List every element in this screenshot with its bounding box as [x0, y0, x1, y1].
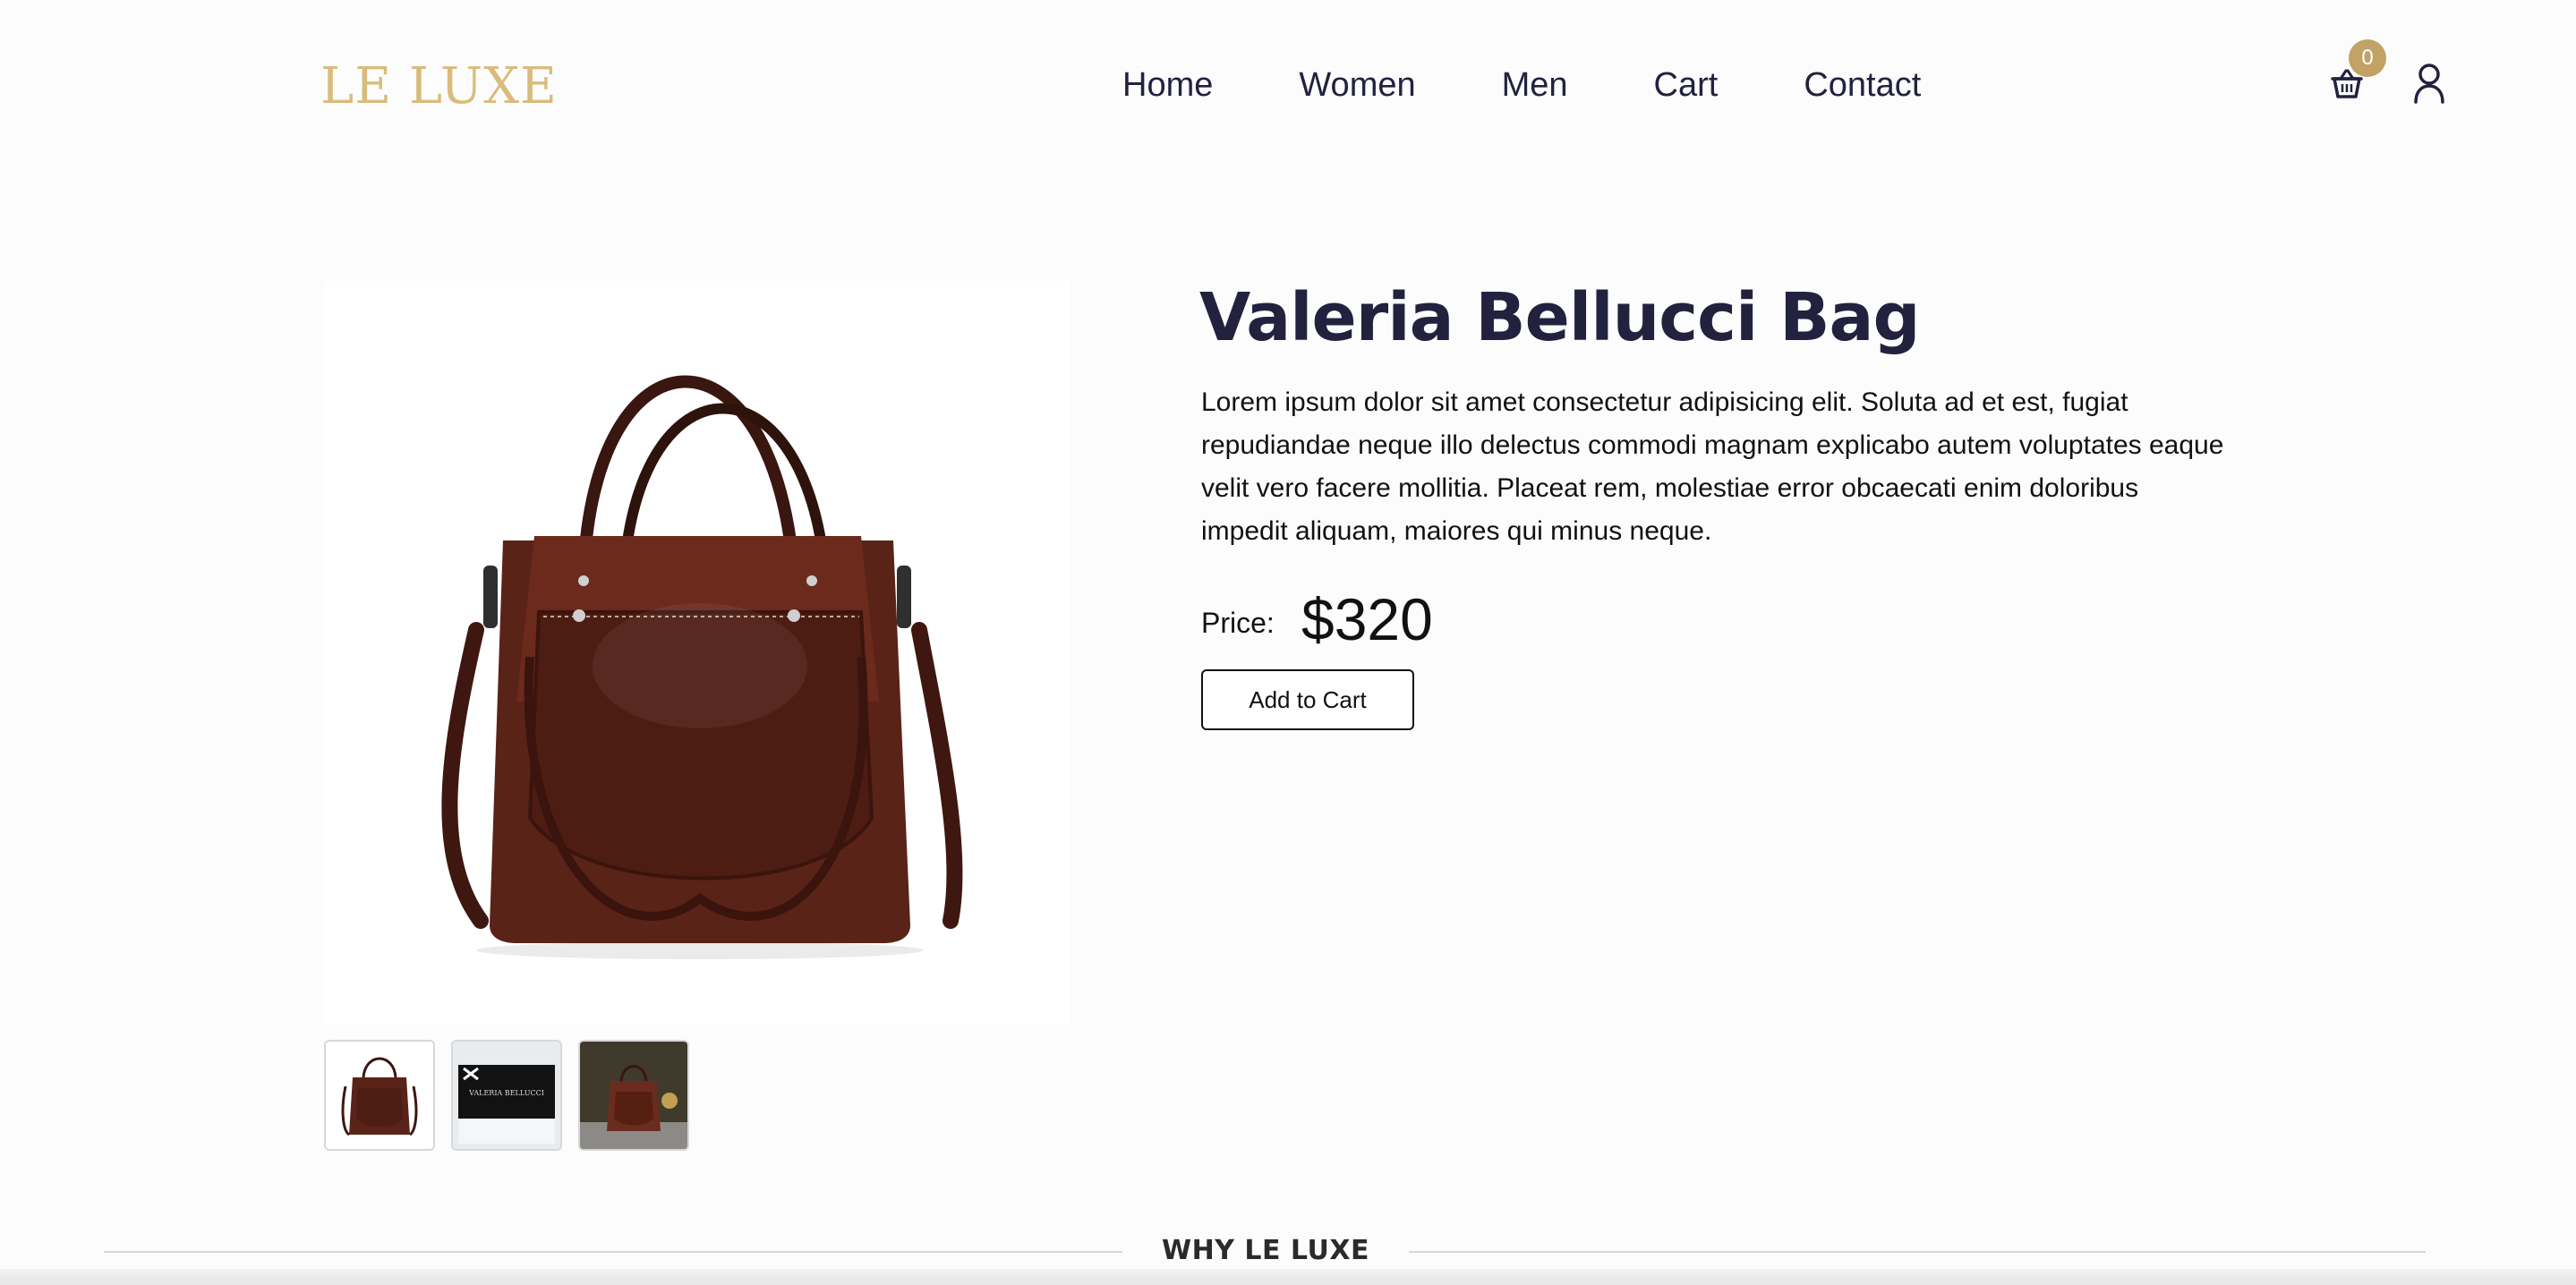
nav-cart[interactable]: Cart [1654, 66, 1719, 105]
nav-women[interactable]: Women [1299, 66, 1415, 105]
price-value: $320 [1301, 586, 1433, 652]
price-label: Price: [1201, 607, 1275, 639]
product-main-image [324, 281, 1070, 1024]
main-nav: Home Women Men Cart Contact [1122, 66, 1921, 105]
thumbnail-bag-box[interactable]: VALERIA BELLUCCI [451, 1040, 562, 1151]
nav-contact[interactable]: Contact [1804, 66, 1921, 105]
section-heading-why-le-luxe: WHY LE LUXE [1122, 1235, 1409, 1271]
thumbnail-list: VALERIA BELLUCCI [324, 1040, 689, 1151]
thumbnail-bag-front[interactable] [324, 1040, 435, 1151]
add-to-cart-button[interactable]: Add to Cart [1201, 669, 1414, 730]
brand-logo[interactable]: LE LUXE [320, 57, 558, 115]
product-title: Valeria Bellucci Bag [1199, 279, 1920, 356]
svg-text:VALERIA BELLUCCI: VALERIA BELLUCCI [468, 1089, 544, 1097]
user-icon[interactable] [2411, 63, 2447, 104]
cart-count-badge: 0 [2349, 39, 2386, 77]
nav-men[interactable]: Men [1502, 66, 1568, 105]
thumbnail-bag-lifestyle[interactable] [578, 1040, 689, 1151]
product-description: Lorem ipsum dolor sit amet consectetur a… [1201, 387, 2224, 546]
product-page: LE LUXE Home Women Men Cart Contact 0 VA… [0, 0, 2576, 1285]
next-section-edge [0, 1269, 2576, 1285]
nav-home[interactable]: Home [1122, 66, 1213, 105]
